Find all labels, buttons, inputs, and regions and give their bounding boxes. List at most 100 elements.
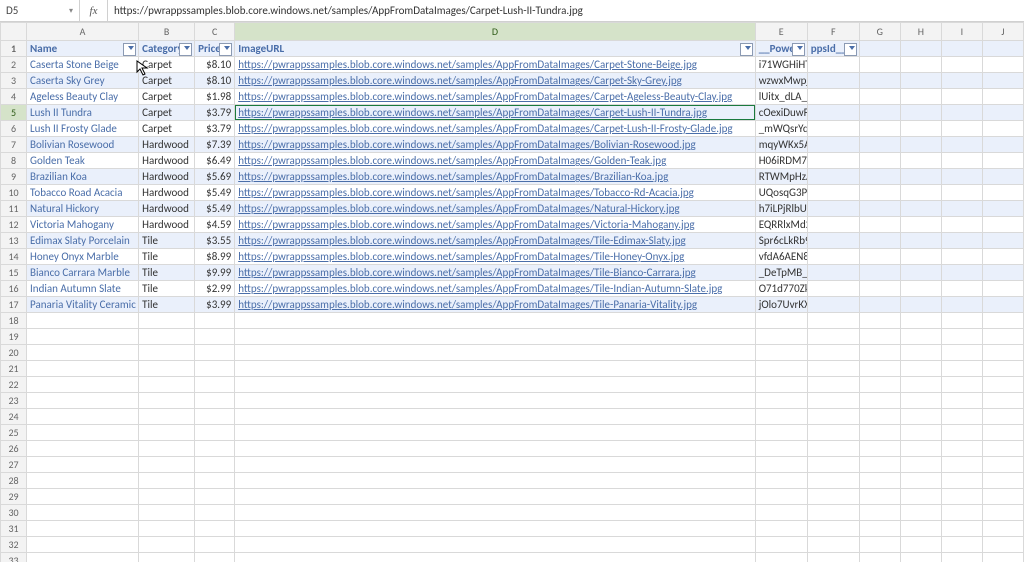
- cell-E21[interactable]: [755, 361, 807, 377]
- row-header-17[interactable]: 17: [1, 297, 27, 313]
- cell-I22[interactable]: [941, 377, 982, 393]
- cell-G6[interactable]: [859, 121, 900, 137]
- cell-J7[interactable]: [982, 137, 1023, 153]
- filter-dropdown-icon[interactable]: [745, 46, 751, 50]
- cell-G28[interactable]: [859, 473, 900, 489]
- cell-C14[interactable]: $8.99: [195, 249, 235, 265]
- filter-dropdown-icon[interactable]: [224, 46, 230, 50]
- cell-E30[interactable]: [755, 505, 807, 521]
- cell-G16[interactable]: [859, 281, 900, 297]
- cell-B31[interactable]: [139, 521, 195, 537]
- cell-I7[interactable]: [941, 137, 982, 153]
- row-header-6[interactable]: 6: [1, 121, 27, 137]
- cell-B3[interactable]: Carpet: [139, 73, 195, 89]
- row-header-12[interactable]: 12: [1, 217, 27, 233]
- cell-B10[interactable]: Hardwood: [139, 185, 195, 201]
- cell-C4[interactable]: $1.98: [195, 89, 235, 105]
- cell-I4[interactable]: [941, 89, 982, 105]
- cell-E27[interactable]: [755, 457, 807, 473]
- cell-H9[interactable]: [900, 169, 941, 185]
- cell-D23[interactable]: [235, 393, 756, 409]
- row-header-25[interactable]: 25: [1, 425, 27, 441]
- cell-H16[interactable]: [900, 281, 941, 297]
- cell-E12[interactable]: EQRRlxMd2fg: [755, 217, 807, 233]
- cell-D13[interactable]: https://pwrappssamples.blob.core.windows…: [235, 233, 756, 249]
- cell-H21[interactable]: [900, 361, 941, 377]
- cell-G2[interactable]: [859, 57, 900, 73]
- cell-C13[interactable]: $3.55: [195, 233, 235, 249]
- cell-H25[interactable]: [900, 425, 941, 441]
- row-header-16[interactable]: 16: [1, 281, 27, 297]
- row-header-26[interactable]: 26: [1, 441, 27, 457]
- cell-C6[interactable]: $3.79: [195, 121, 235, 137]
- cell-B27[interactable]: [139, 457, 195, 473]
- cell-A31[interactable]: [27, 521, 139, 537]
- cell-A4[interactable]: Ageless Beauty Clay: [27, 89, 139, 105]
- cell-G5[interactable]: [859, 105, 900, 121]
- cell-A18[interactable]: [27, 313, 139, 329]
- cell-H11[interactable]: [900, 201, 941, 217]
- cell-G15[interactable]: [859, 265, 900, 281]
- cell-F21[interactable]: [807, 361, 859, 377]
- cell-E10[interactable]: UQosqG3PMTc: [755, 185, 807, 201]
- cell-H24[interactable]: [900, 409, 941, 425]
- cell-I16[interactable]: [941, 281, 982, 297]
- cell-I8[interactable]: [941, 153, 982, 169]
- cell-D21[interactable]: [235, 361, 756, 377]
- cell-B2[interactable]: Carpet: [139, 57, 195, 73]
- cell-H27[interactable]: [900, 457, 941, 473]
- cell-I9[interactable]: [941, 169, 982, 185]
- cell-C17[interactable]: $3.99: [195, 297, 235, 313]
- row-header-28[interactable]: 28: [1, 473, 27, 489]
- cell-H18[interactable]: [900, 313, 941, 329]
- row-header-14[interactable]: 14: [1, 249, 27, 265]
- cell-F30[interactable]: [807, 505, 859, 521]
- cell-B15[interactable]: Tile: [139, 265, 195, 281]
- cell-H5[interactable]: [900, 105, 941, 121]
- cell-C22[interactable]: [195, 377, 235, 393]
- cell-J6[interactable]: [982, 121, 1023, 137]
- cell-G11[interactable]: [859, 201, 900, 217]
- cell-C28[interactable]: [195, 473, 235, 489]
- cell-D22[interactable]: [235, 377, 756, 393]
- cell-A24[interactable]: [27, 409, 139, 425]
- cell-H20[interactable]: [900, 345, 941, 361]
- cell-B5[interactable]: Carpet: [139, 105, 195, 121]
- cell-I21[interactable]: [941, 361, 982, 377]
- cell-A5[interactable]: Lush II Tundra: [27, 105, 139, 121]
- cell-E24[interactable]: [755, 409, 807, 425]
- cell-G4[interactable]: [859, 89, 900, 105]
- cell-H32[interactable]: [900, 537, 941, 553]
- column-header-C[interactable]: C: [195, 23, 235, 41]
- cell-I26[interactable]: [941, 441, 982, 457]
- row-header-11[interactable]: 11: [1, 201, 27, 217]
- table-header-E[interactable]: __Powe: [755, 41, 807, 57]
- cell-G8[interactable]: [859, 153, 900, 169]
- cell-G26[interactable]: [859, 441, 900, 457]
- cell-F7[interactable]: [807, 137, 859, 153]
- row-header-10[interactable]: 10: [1, 185, 27, 201]
- cell-E5[interactable]: cOexiDuwFzU: [755, 105, 807, 121]
- row-header-15[interactable]: 15: [1, 265, 27, 281]
- row-header-33[interactable]: 33: [1, 553, 27, 562]
- cell-E13[interactable]: Spr6cLkRb9U: [755, 233, 807, 249]
- column-header-F[interactable]: F: [807, 23, 859, 41]
- cell-A20[interactable]: [27, 345, 139, 361]
- cell-C20[interactable]: [195, 345, 235, 361]
- filter-dropdown-icon[interactable]: [184, 46, 190, 50]
- cell-I17[interactable]: [941, 297, 982, 313]
- cell-B30[interactable]: [139, 505, 195, 521]
- cell-D7[interactable]: https://pwrappssamples.blob.core.windows…: [235, 137, 756, 153]
- cell-G29[interactable]: [859, 489, 900, 505]
- cell-F4[interactable]: [807, 89, 859, 105]
- cell-C26[interactable]: [195, 441, 235, 457]
- column-header-I[interactable]: I: [941, 23, 982, 41]
- cell-I31[interactable]: [941, 521, 982, 537]
- column-header-A[interactable]: A: [27, 23, 139, 41]
- cell-J12[interactable]: [982, 217, 1023, 233]
- row-header-19[interactable]: 19: [1, 329, 27, 345]
- cell-J19[interactable]: [982, 329, 1023, 345]
- cell-J11[interactable]: [982, 201, 1023, 217]
- cell-H4[interactable]: [900, 89, 941, 105]
- cell-H10[interactable]: [900, 185, 941, 201]
